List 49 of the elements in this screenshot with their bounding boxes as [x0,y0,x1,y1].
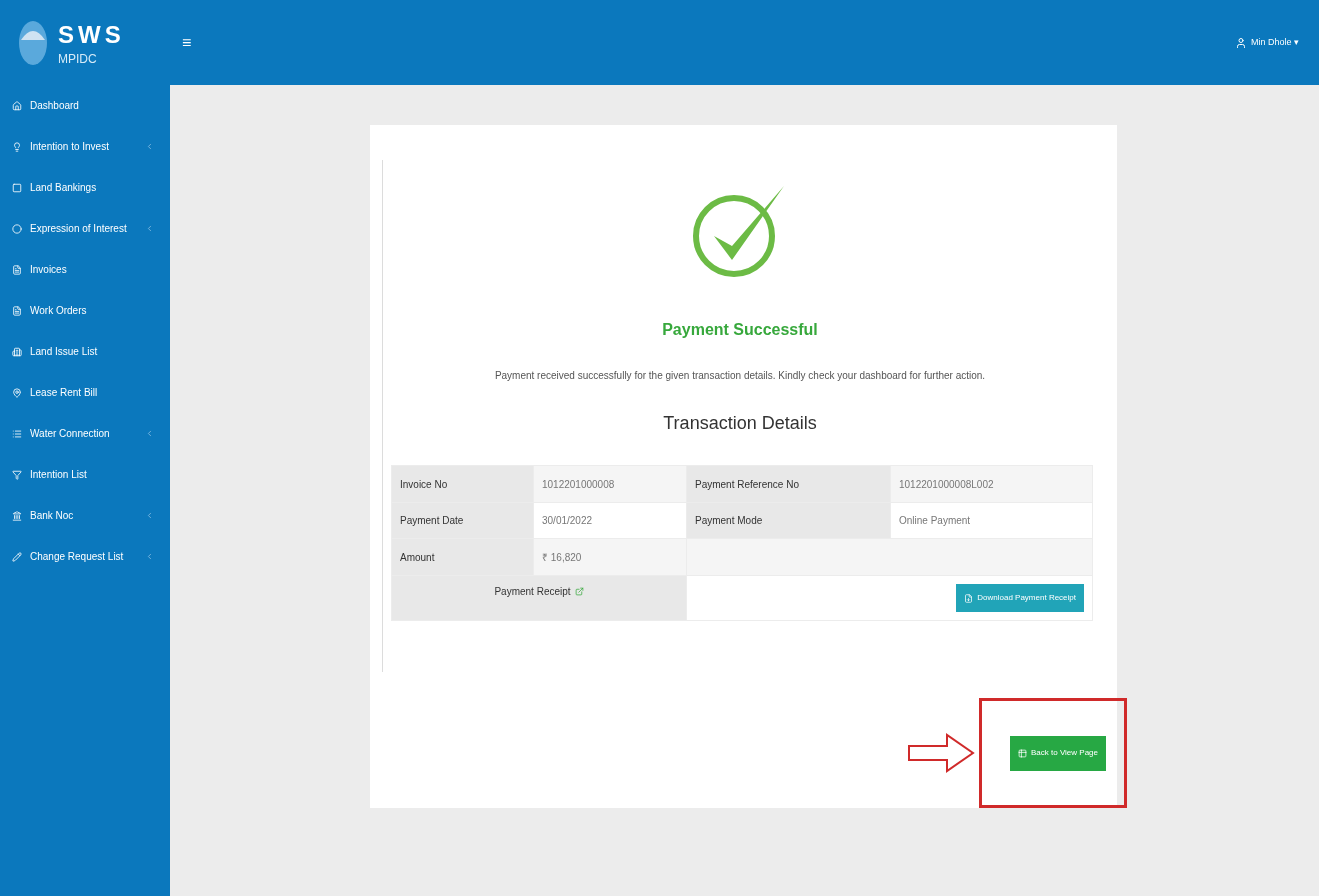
receipt-label: Payment Receipt [494,585,571,599]
sidebar-item[interactable]: Work Orders [0,290,170,331]
menu-icon [12,387,22,398]
menu-icon [12,182,22,193]
sidebar-item[interactable]: Intention List [0,454,170,495]
menu-icon [12,346,22,357]
avatar-icon [1234,36,1247,49]
user-menu[interactable]: Min Dhole ▾ [1250,35,1299,50]
menu-button[interactable]: ≡ [182,30,192,55]
menu-icon [12,141,22,152]
sidebar-item[interactable]: Change Request List [0,536,170,577]
label-cell: Amount [391,538,534,576]
menu-icon [12,264,22,275]
sidebar-item[interactable]: Bank Noc [0,495,170,536]
label-cell: Payment Mode [686,502,891,539]
link-icon [574,587,584,596]
success-message: Payment received successfully for the given transaction details. Kindly check your dashboard for further action. [494,369,986,383]
sidebar-item[interactable]: Intention to Invest [0,126,170,167]
sidebar-item[interactable]: Expression of Interest [0,208,170,249]
table-icon [1018,748,1027,758]
menu-icon [12,469,22,480]
label-cell: Payment Date [391,502,534,539]
value-cell: 1012201000008 [533,465,687,503]
value-cell: Online Payment [890,502,1093,539]
label-cell: Payment Reference No [686,465,891,503]
menu-icon [12,223,22,234]
details-title: Transaction Details [663,412,817,435]
value-cell: 1012201000008L002 [890,465,1093,503]
sidebar-item[interactable]: Water Connection [0,413,170,454]
sidebar-item[interactable]: Land Issue List [0,331,170,372]
menu-icon [12,510,22,521]
value-cell: ₹ 16,820 [533,538,687,576]
sidebar-item[interactable]: Lease Rent Bill [0,372,170,413]
download-receipt-button[interactable]: Download Payment Receipt [956,584,1084,612]
back-button[interactable]: Back to View Page [1010,735,1106,771]
menu-icon [12,305,22,316]
menu-icon [12,100,22,111]
sidebar-item[interactable]: Dashboard [0,85,170,126]
success-title: Payment Successful [662,320,818,340]
brand-subtitle: MPIDC [58,50,98,67]
menu-icon [12,551,22,562]
sidebar-item[interactable]: Land Bankings [0,167,170,208]
file-icon [964,593,974,603]
menu-icon [12,428,22,439]
sidebar-item[interactable]: Invoices [0,249,170,290]
arrow-icon [907,733,975,773]
label-cell: Invoice No [391,465,534,503]
value-cell: 30/01/2022 [533,502,687,539]
brand-title: SWS [58,19,125,50]
